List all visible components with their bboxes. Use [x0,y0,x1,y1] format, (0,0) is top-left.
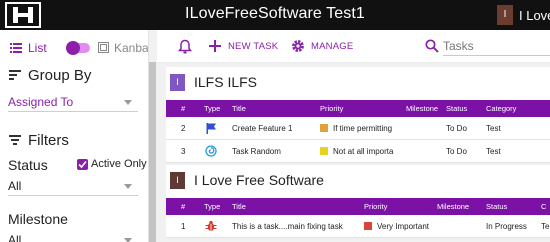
filter-lines-icon [9,135,21,145]
cell-category: Te [541,222,550,231]
kanban-view-label[interactable]: Kanban [114,41,148,55]
priority-color-dot [320,147,328,155]
milestone-filter-value: All [8,233,22,242]
toolbar: NEW TASK MANAGE [157,30,550,63]
table-header: # Type Title Priority Milestone Status C [166,198,550,215]
view-switch-knob[interactable] [66,41,80,55]
col-type[interactable]: Type [204,104,220,113]
group-name: ILFS ILFS [194,74,258,90]
cell-num: 2 [181,124,186,133]
col-priority[interactable]: Priority [364,202,387,211]
group-avatar: I [170,172,185,189]
col-milestone[interactable]: Milestone [406,104,438,113]
status-filter-select[interactable]: All [8,176,138,196]
col-status[interactable]: Status [486,202,507,211]
status-filter-label: Status [8,157,48,173]
task-group: I ILFS ILFS # Type Title Priority Milest… [166,67,550,163]
priority-color-dot [364,222,372,230]
cell-category: Test [486,124,501,133]
new-task-label: NEW TASK [228,41,279,52]
flag-icon [206,123,216,134]
avatar[interactable]: I [497,5,513,25]
search-input[interactable] [443,36,550,56]
gear-icon [292,40,304,52]
user-name[interactable]: I Love [519,8,550,23]
col-category[interactable]: Category [486,104,516,113]
chevron-down-icon [124,238,132,242]
task-list-area: I ILFS ILFS # Type Title Priority Milest… [157,63,550,242]
col-title[interactable]: Title [232,104,246,113]
check-icon [78,160,87,169]
cell-title: Task Random [232,147,281,156]
chevron-down-icon [124,100,132,105]
list-view-label[interactable]: List [28,41,47,55]
app-title: ILoveFreeSoftware Test1 [185,5,365,22]
status-filter-value: All [8,179,22,193]
cell-title: This is a task....main fixing task [232,222,343,231]
col-priority[interactable]: Priority [320,104,343,113]
cell-title: Create Feature 1 [232,124,293,133]
task-group: I I Love Free Software # Type Title Prio… [166,165,550,238]
table-row[interactable]: 1 This is a task....main fixing task Ver… [166,215,550,238]
group-header[interactable]: I ILFS ILFS [166,67,550,100]
active-only-checkbox[interactable] [77,159,88,170]
bell-icon[interactable] [178,39,192,54]
sidebar: List Kanban Group By Assigned To Filters… [0,30,148,242]
table-row[interactable]: 2 Create Feature 1 If time permitting To… [166,117,550,140]
group-by-select[interactable]: Assigned To [8,92,138,112]
kanban-icon[interactable] [98,42,109,53]
chevron-down-icon [124,184,132,189]
cell-status: To Do [446,147,467,156]
plus-icon [209,40,221,52]
group-by-value: Assigned To [8,95,74,109]
cell-priority: Not at all importa [333,147,394,156]
group-avatar: I [170,74,185,91]
col-num[interactable]: # [181,202,185,211]
table-row[interactable]: 3 Task Random Not at all importa To Do T… [166,140,550,163]
col-num[interactable]: # [181,104,185,113]
col-title[interactable]: Title [232,202,246,211]
active-only-label[interactable]: Active Only [91,158,147,170]
group-header[interactable]: I I Love Free Software [166,165,550,198]
col-milestone[interactable]: Milestone [437,202,469,211]
manage-label: MANAGE [311,41,354,52]
priority-color-dot [320,124,328,132]
list-icon[interactable] [10,43,22,53]
group-name: I Love Free Software [194,172,324,188]
cell-priority: If time permitting [333,124,393,133]
col-status[interactable]: Status [446,104,467,113]
col-category[interactable]: C [541,202,546,211]
cell-num: 3 [181,147,186,156]
table-header: # Type Title Priority Milestone Status C… [166,100,550,117]
milestone-filter-label: Milestone [8,211,68,227]
search-icon[interactable] [425,39,439,53]
cell-status: In Progress [486,222,527,231]
cell-num: 1 [181,222,186,231]
cell-category: Test [486,147,501,156]
sort-lines-icon [9,70,21,80]
col-type[interactable]: Type [204,202,220,211]
swirl-icon [205,145,217,157]
view-toggle: List Kanban [10,40,148,56]
top-bar: ILoveFreeSoftware Test1 I I Love [0,0,550,30]
sidebar-scrollbar-thumb[interactable] [149,62,156,242]
milestone-filter-select[interactable]: All [8,230,138,242]
cell-status: To Do [446,124,467,133]
cell-priority: Very Important [377,222,430,231]
bug-icon [205,220,217,231]
